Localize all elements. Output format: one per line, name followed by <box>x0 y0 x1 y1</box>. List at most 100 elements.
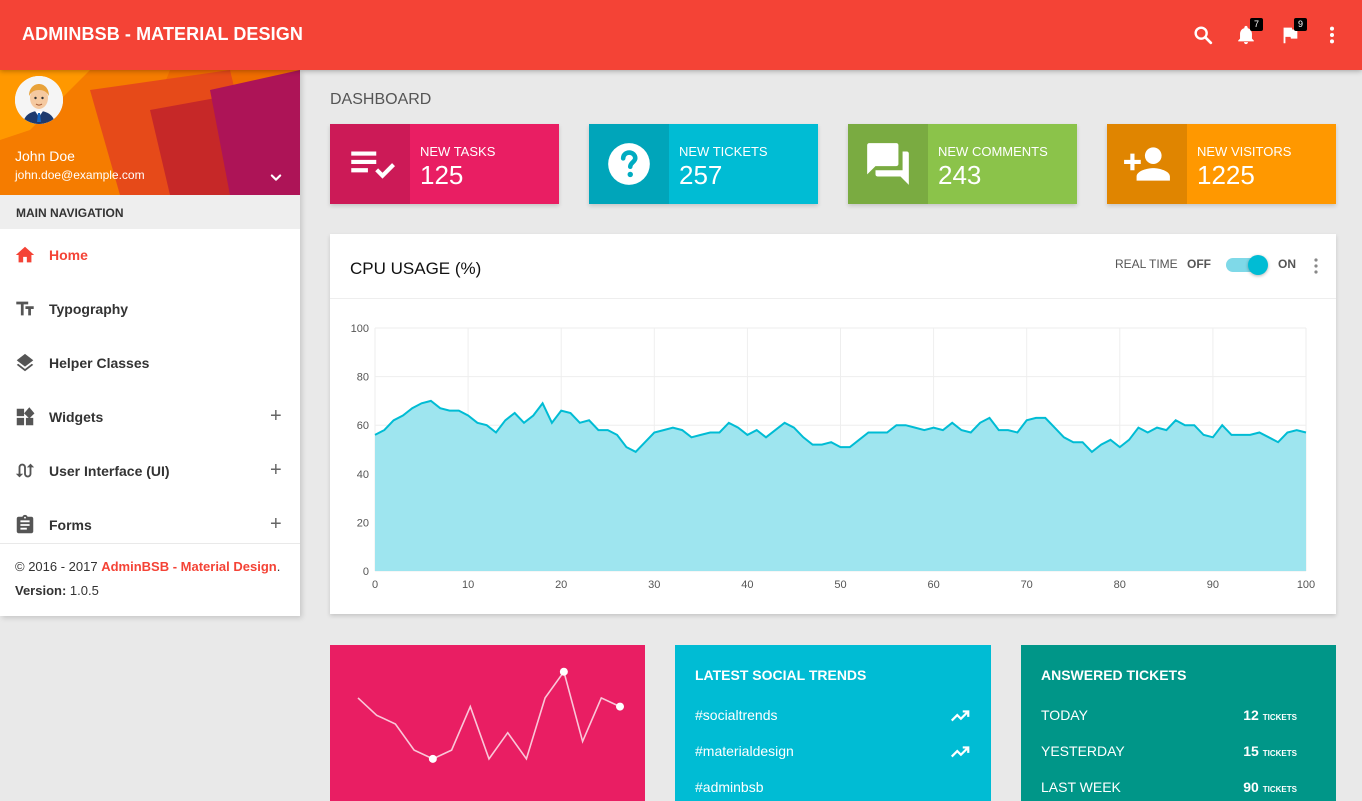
sidebar-item-home[interactable]: Home <box>0 229 300 283</box>
more-vert-icon[interactable] <box>1319 22 1345 48</box>
forum-icon <box>848 124 928 204</box>
swap-calls-icon <box>14 460 38 484</box>
more-vert-icon[interactable] <box>1310 256 1322 276</box>
info-box-new-visitors[interactable]: NEW VISITORS 1225 <box>1107 124 1336 204</box>
sparkline-chart <box>357 667 624 763</box>
trend-label: #materialdesign <box>695 743 794 759</box>
x-tick-label: 10 <box>462 579 474 591</box>
sparkline-series-line <box>357 669 621 761</box>
switch-knob <box>1248 255 1268 275</box>
x-tick-label: 0 <box>372 579 378 591</box>
info-box-label: NEW TASKS <box>420 144 496 159</box>
ticket-count: 90 TICKETS <box>1243 779 1297 795</box>
sidebar-item-typography[interactable]: Typography <box>0 283 300 337</box>
x-tick-label: 80 <box>1114 579 1126 591</box>
notifications-bell-icon[interactable]: 7 <box>1233 18 1263 48</box>
chevron-down-icon[interactable] <box>266 168 286 188</box>
ticket-row[interactable]: TODAY 12 TICKETS <box>1041 707 1317 743</box>
assignment-icon <box>14 514 38 538</box>
sidebar-footer: © 2016 - 2017 AdminBSB - Material Design… <box>0 543 300 613</box>
trend-label: #socialtrends <box>695 707 778 723</box>
sidebar-item-label: Forms <box>49 517 92 533</box>
x-tick-label: 60 <box>927 579 939 591</box>
trending-up-icon <box>949 705 971 730</box>
expand-plus-icon[interactable]: + <box>270 406 282 426</box>
layers-icon <box>14 352 38 376</box>
avatar[interactable] <box>15 76 63 124</box>
x-tick-label: 70 <box>1021 579 1033 591</box>
person-add-icon <box>1107 124 1187 204</box>
ticket-count: 12 TICKETS <box>1243 707 1297 723</box>
realtime-on-label: ON <box>1278 257 1296 271</box>
trend-label: #adminbsb <box>695 779 764 795</box>
sidebar-item-label: Helper Classes <box>49 355 150 371</box>
ticket-count-value: 15 <box>1243 743 1259 759</box>
ticket-row[interactable]: LAST WEEK 90 TICKETS <box>1041 779 1317 801</box>
search-icon[interactable] <box>1190 22 1216 48</box>
social-trends-title: LATEST SOCIAL TRENDS <box>695 667 867 683</box>
expand-plus-icon[interactable]: + <box>270 514 282 534</box>
flag-icon[interactable]: 9 <box>1277 18 1307 48</box>
y-tick-label: 40 <box>357 469 369 481</box>
ticket-unit: TICKETS <box>1262 713 1297 722</box>
user-name: John Doe <box>15 148 75 164</box>
info-box-label: NEW VISITORS <box>1197 144 1292 159</box>
brand-title[interactable]: ADMINBSB - MATERIAL DESIGN <box>22 24 303 45</box>
nav-menu: Home Typography Helper Classes Widgets + <box>0 229 300 553</box>
version-number: 1.0.5 <box>66 583 99 598</box>
ticket-count-value: 12 <box>1243 707 1259 723</box>
version-text: Version: 1.0.5 <box>15 583 285 598</box>
tasks-badge: 9 <box>1294 18 1307 31</box>
sidebar-item-widgets[interactable]: Widgets + <box>0 391 300 445</box>
ticket-period: LAST WEEK <box>1041 779 1121 795</box>
x-tick-label: 100 <box>1297 579 1315 591</box>
info-box-value: 243 <box>938 160 982 190</box>
ticket-period: YESTERDAY <box>1041 743 1125 759</box>
x-tick-label: 50 <box>834 579 846 591</box>
ticket-row[interactable]: YESTERDAY 15 TICKETS <box>1041 743 1317 779</box>
x-tick-label: 40 <box>741 579 753 591</box>
sidebar-item-label: Typography <box>49 301 129 317</box>
copyright-suffix: . <box>276 559 281 574</box>
cpu-usage-card: CPU USAGE (%) REAL TIME OFF ON 0 20 40 60 80… <box>330 234 1336 614</box>
info-box-label: NEW TICKETS <box>679 144 768 159</box>
answered-tickets-title: ANSWERED TICKETS <box>1041 667 1187 683</box>
sidebar-item-label: Home <box>49 247 88 263</box>
expand-plus-icon[interactable]: + <box>270 460 282 480</box>
top-navbar: ADMINBSB - MATERIAL DESIGN 7 9 <box>0 0 1362 70</box>
playlist-check-icon <box>330 124 410 204</box>
cpu-usage-chart: 0 20 40 60 80 100 0 10 20 30 40 50 60 70 80 90 100 <box>351 323 1316 591</box>
info-box-value: 125 <box>420 160 464 190</box>
sidebar-item-label: User Interface (UI) <box>49 463 170 479</box>
sidebar-item-user-interface[interactable]: User Interface (UI) + <box>0 445 300 499</box>
answered-tickets-card: ANSWERED TICKETS TODAY 12 TICKETS YESTERD… <box>1021 645 1336 801</box>
sparkline-point <box>616 702 624 711</box>
home-icon <box>14 244 38 268</box>
info-box-new-tasks[interactable]: NEW TASKS 125 <box>330 124 559 204</box>
realtime-toggle-switch[interactable] <box>1224 255 1268 275</box>
trend-item[interactable]: #socialtrends <box>695 707 971 743</box>
cpu-card-header: CPU USAGE (%) REAL TIME OFF ON <box>330 234 1336 299</box>
x-tick-label: 20 <box>555 579 567 591</box>
info-box-new-comments[interactable]: NEW COMMENTS 243 <box>848 124 1077 204</box>
text-fields-icon <box>14 298 38 322</box>
user-email: john.doe@example.com <box>15 168 145 182</box>
trend-item[interactable]: #adminbsb <box>695 779 971 801</box>
trend-item[interactable]: #materialdesign <box>695 743 971 779</box>
info-box-value: 1225 <box>1197 160 1255 190</box>
ticket-unit: TICKETS <box>1262 785 1297 794</box>
ticket-unit: TICKETS <box>1262 749 1297 758</box>
sidebar-item-helper-classes[interactable]: Helper Classes <box>0 337 300 391</box>
ticket-period: TODAY <box>1041 707 1088 723</box>
sparkline-point <box>428 754 437 763</box>
y-tick-label: 20 <box>357 517 369 529</box>
y-tick-label: 80 <box>357 372 369 384</box>
brand-link[interactable]: AdminBSB - Material Design <box>101 559 277 574</box>
left-sidebar: John Doe john.doe@example.com MAIN NAVIG… <box>0 70 300 616</box>
copyright-prefix: © 2016 - 2017 <box>15 559 102 574</box>
info-box-new-tickets[interactable]: NEW TICKETS 257 <box>589 124 818 204</box>
info-box-value: 257 <box>679 160 723 190</box>
realtime-off-label: OFF <box>1187 257 1211 271</box>
copyright-text: © 2016 - 2017 AdminBSB - Material Design… <box>15 559 285 574</box>
page-title: DASHBOARD <box>330 91 432 108</box>
